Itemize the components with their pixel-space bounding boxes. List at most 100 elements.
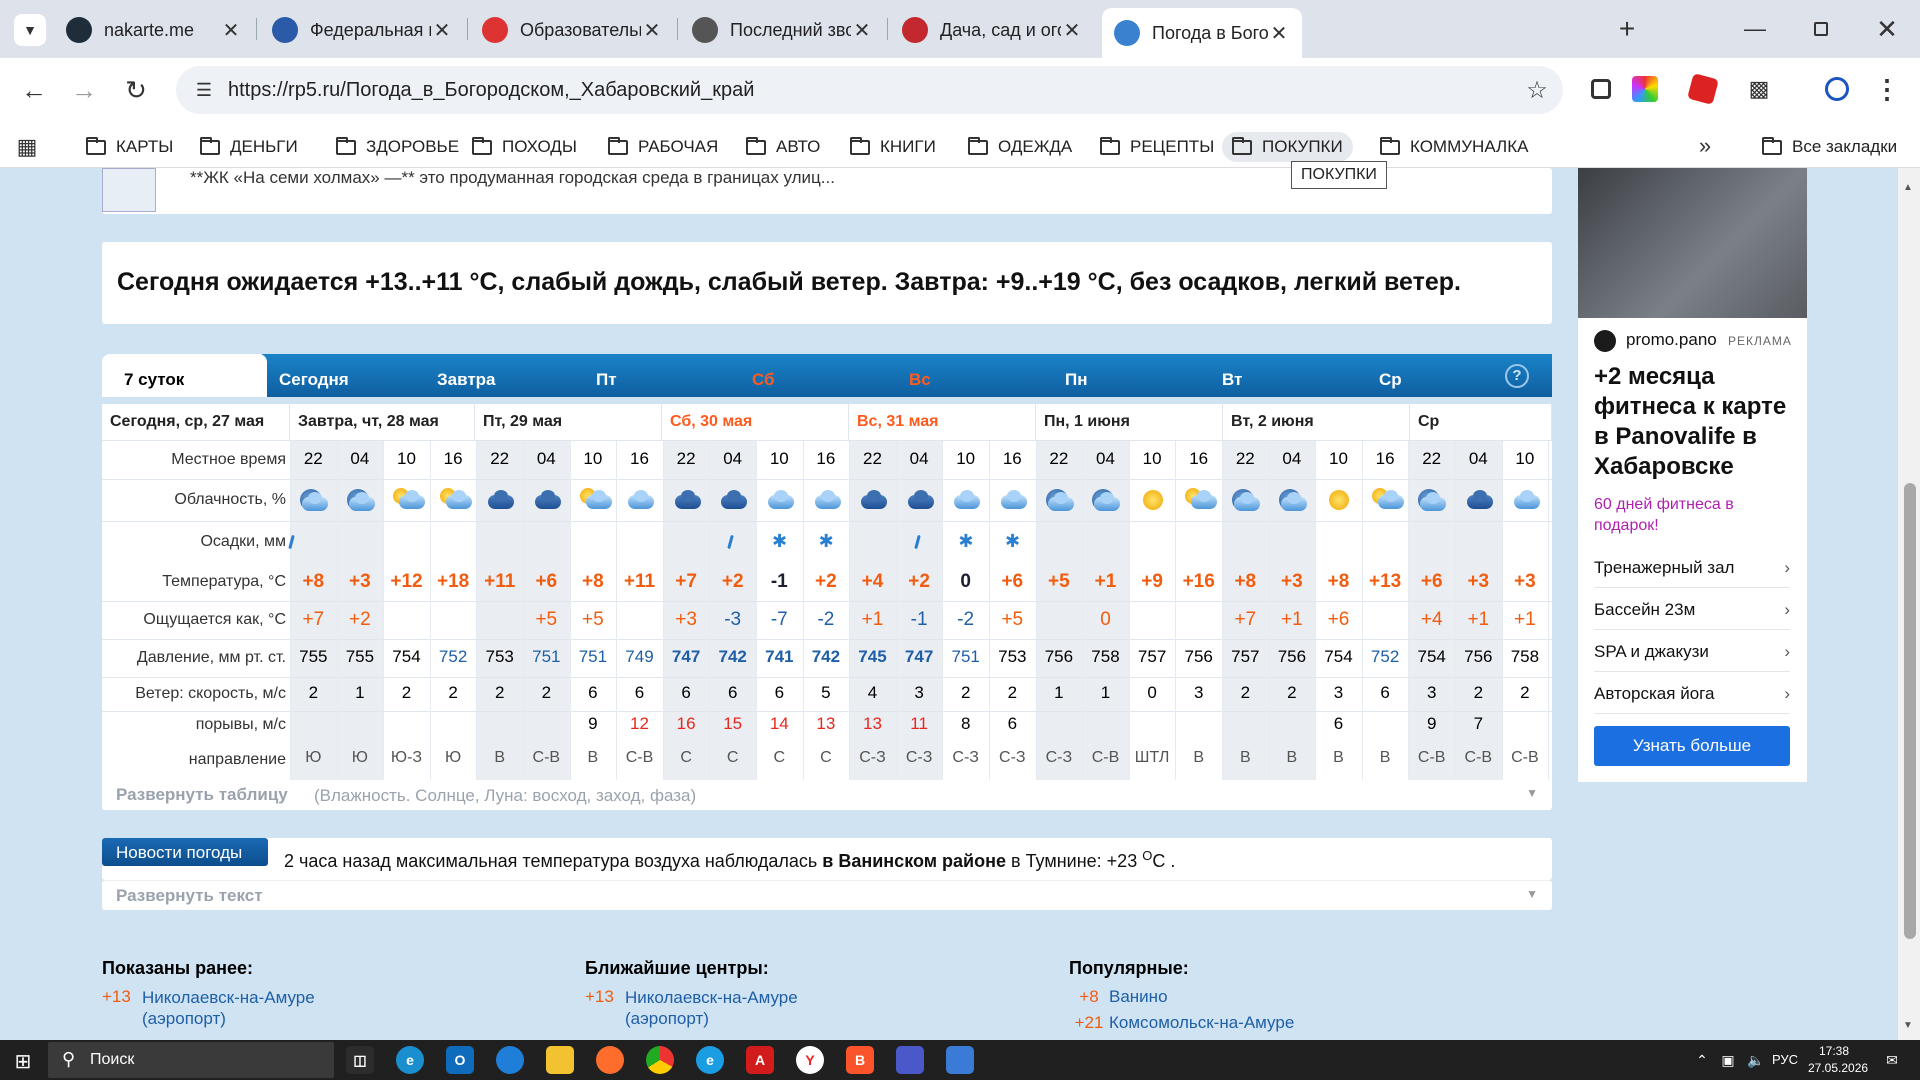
clock-date[interactable]: 27.05.2026 (1808, 1061, 1868, 1075)
maximize-icon[interactable] (1806, 16, 1836, 42)
tab-close-icon[interactable]: ✕ (1268, 21, 1290, 46)
address-bar[interactable]: ☰ https://rp5.ru/Погода_в_Богородском,_Х… (176, 66, 1563, 114)
ad-brand[interactable]: promo.pano (1626, 330, 1717, 350)
ie-icon[interactable]: e (696, 1046, 724, 1074)
bookmark-folder[interactable]: ОДЕЖДА (968, 132, 1072, 162)
ad-link[interactable]: SPA и джакузи › (1594, 642, 1790, 672)
browser-tab[interactable]: Последний звонок✕ (680, 9, 885, 51)
scrollbar-thumb[interactable] (1904, 483, 1916, 939)
acrobat-icon[interactable]: A (746, 1046, 774, 1074)
bookmark-folder[interactable]: РЕЦЕПТЫ (1100, 132, 1214, 162)
bookmark-folder[interactable]: ПОКУПКИ (1222, 132, 1353, 162)
browser-tab[interactable]: nakarte.me ✕ (54, 9, 254, 51)
extensions-puzzle-icon[interactable]: ▩ (1744, 74, 1774, 104)
scroll-up-icon[interactable]: ▲ (1903, 182, 1913, 193)
tab-close-icon[interactable]: ✕ (220, 18, 242, 43)
bookmark-folder[interactable]: КОММУНАЛКА (1380, 132, 1528, 162)
item-link[interactable]: Николаевск-на-Амуре (аэропорт) (625, 987, 815, 1029)
clock-time[interactable]: 17:38 (1819, 1044, 1849, 1058)
ad-link[interactable]: Авторская йога › (1594, 684, 1790, 714)
browser-tab[interactable]: Федеральная налог✕ (260, 9, 465, 51)
browser-tab[interactable]: Образовательные п✕ (470, 9, 675, 51)
bookmark-folder[interactable]: ПОХОДЫ (472, 132, 577, 162)
bookmark-star-icon[interactable]: ☆ (1522, 75, 1552, 105)
yandex-icon[interactable]: Y (796, 1046, 824, 1074)
tab-close-icon[interactable]: ✕ (851, 18, 873, 43)
file-explorer-icon[interactable] (546, 1046, 574, 1074)
edge-icon[interactable]: e (396, 1046, 424, 1074)
ad-subtitle: 60 дней фитнеса в подарок! (1594, 496, 1734, 534)
help-icon[interactable]: ? (1505, 364, 1529, 388)
chrome-icon[interactable] (646, 1046, 674, 1074)
tab-close-icon[interactable]: ✕ (1061, 18, 1083, 43)
keyboard-lang[interactable]: РУС (1772, 1052, 1798, 1067)
browser-tab[interactable]: Дача, сад и огород✕ (890, 9, 1095, 51)
back-icon[interactable]: ← (18, 74, 50, 106)
forecast-tab[interactable]: 7 суток (102, 354, 267, 397)
app-window-icon[interactable] (946, 1046, 974, 1074)
tab-close-icon[interactable]: ✕ (431, 18, 453, 43)
close-window-icon[interactable]: ✕ (1872, 14, 1902, 44)
globe-icon (692, 17, 718, 43)
profile-icon[interactable] (1822, 74, 1852, 104)
new-tab-icon[interactable]: + (1612, 13, 1642, 44)
windows-start-icon[interactable]: ⊞ (12, 1050, 34, 1073)
item-link[interactable]: Николаевск-на-Амуре (аэропорт) (142, 987, 332, 1029)
app-blue-icon[interactable] (496, 1046, 524, 1074)
site-info-icon[interactable]: ☰ (190, 76, 218, 104)
expand-text-bar[interactable]: Развернуть текст ▼ (102, 880, 1552, 910)
item-link[interactable]: Ванино (1109, 987, 1168, 1007)
tab-search-icon[interactable]: ▼ (14, 14, 46, 46)
menu-dots-icon[interactable]: ⋮ (1872, 74, 1902, 104)
extension-colorful-icon[interactable] (1632, 76, 1658, 102)
forecast-tab[interactable]: Вт (1200, 354, 1368, 397)
bookmark-folder[interactable]: ДЕНЬГИ (200, 132, 298, 162)
expand-table-bar[interactable]: Развернуть таблицу (Влажность. Солнце, Л… (102, 780, 1552, 810)
extension-1-icon[interactable] (1588, 76, 1614, 102)
bookmark-folder[interactable]: РАБОЧАЯ (608, 132, 718, 162)
forecast-tab[interactable]: Завтра (415, 354, 583, 397)
ad-image[interactable] (1578, 168, 1807, 318)
expand-text-link[interactable]: Развернуть текст (116, 886, 263, 906)
volume-icon[interactable]: 🔈 (1744, 1048, 1768, 1072)
taskbar-search[interactable]: ⚲ Поиск (48, 1042, 334, 1078)
minimize-icon[interactable]: — (1740, 16, 1770, 42)
apps-grid-icon[interactable]: ▦ (14, 134, 40, 160)
all-bookmarks[interactable]: Все закладки (1762, 132, 1897, 162)
browser-tab[interactable]: Погода в Богородс✕ (1102, 8, 1302, 58)
firefox-icon[interactable] (596, 1046, 624, 1074)
bookmark-folder[interactable]: КНИГИ (850, 132, 936, 162)
ad-cta-button[interactable]: Узнать больше (1594, 726, 1790, 766)
forecast-tab[interactable]: Пн (1043, 354, 1211, 397)
outlook-icon[interactable]: O (446, 1046, 474, 1074)
item-link[interactable]: Комсомольск-на-Амуре (1109, 1013, 1294, 1033)
ad-top-text[interactable]: **ЖК «На семи холмах» —** это продуманна… (190, 168, 835, 188)
bookmark-folder[interactable]: АВТО (746, 132, 820, 162)
bookmark-folder[interactable]: ЗДОРОВЬЕ (336, 132, 459, 162)
app-purple-icon[interactable] (896, 1046, 924, 1074)
tab-close-icon[interactable]: ✕ (641, 18, 663, 43)
forecast-tab[interactable]: Сб (730, 354, 898, 397)
url-text[interactable]: https://rp5.ru/Погода_в_Богородском,_Хаб… (228, 79, 754, 102)
notifications-icon[interactable]: ✉ (1880, 1048, 1904, 1072)
forward-icon[interactable]: → (68, 74, 100, 106)
ad-headline[interactable]: +2 месяца фитнеса к карте в Panovalife в… (1594, 362, 1799, 482)
row-divider (102, 677, 1552, 678)
tray-expand-icon[interactable]: ⌃ (1692, 1048, 1712, 1072)
folder-icon (1762, 136, 1782, 155)
forecast-tab[interactable]: Вс (887, 354, 1055, 397)
expand-table-link[interactable]: Развернуть таблицу (116, 785, 288, 805)
forecast-tab[interactable]: Пт (574, 354, 742, 397)
extension-red-icon[interactable] (1687, 73, 1719, 105)
task-view-icon[interactable]: ◫ (346, 1046, 374, 1074)
brave-icon[interactable]: B (846, 1046, 874, 1074)
gusts-cell: 7 (1473, 714, 1484, 733)
scroll-down-icon[interactable]: ▼ (1903, 1020, 1913, 1031)
reload-icon[interactable]: ↻ (120, 74, 152, 106)
bookmark-folder[interactable]: КАРТЫ (86, 132, 173, 162)
ad-link[interactable]: Тренажерный зал › (1594, 558, 1790, 588)
ad-link[interactable]: Бассейн 23м › (1594, 600, 1790, 630)
network-icon[interactable]: ▣ (1716, 1048, 1740, 1072)
forecast-tab[interactable]: Сегодня (257, 354, 425, 397)
more-bookmarks-icon[interactable]: » (1692, 132, 1718, 160)
